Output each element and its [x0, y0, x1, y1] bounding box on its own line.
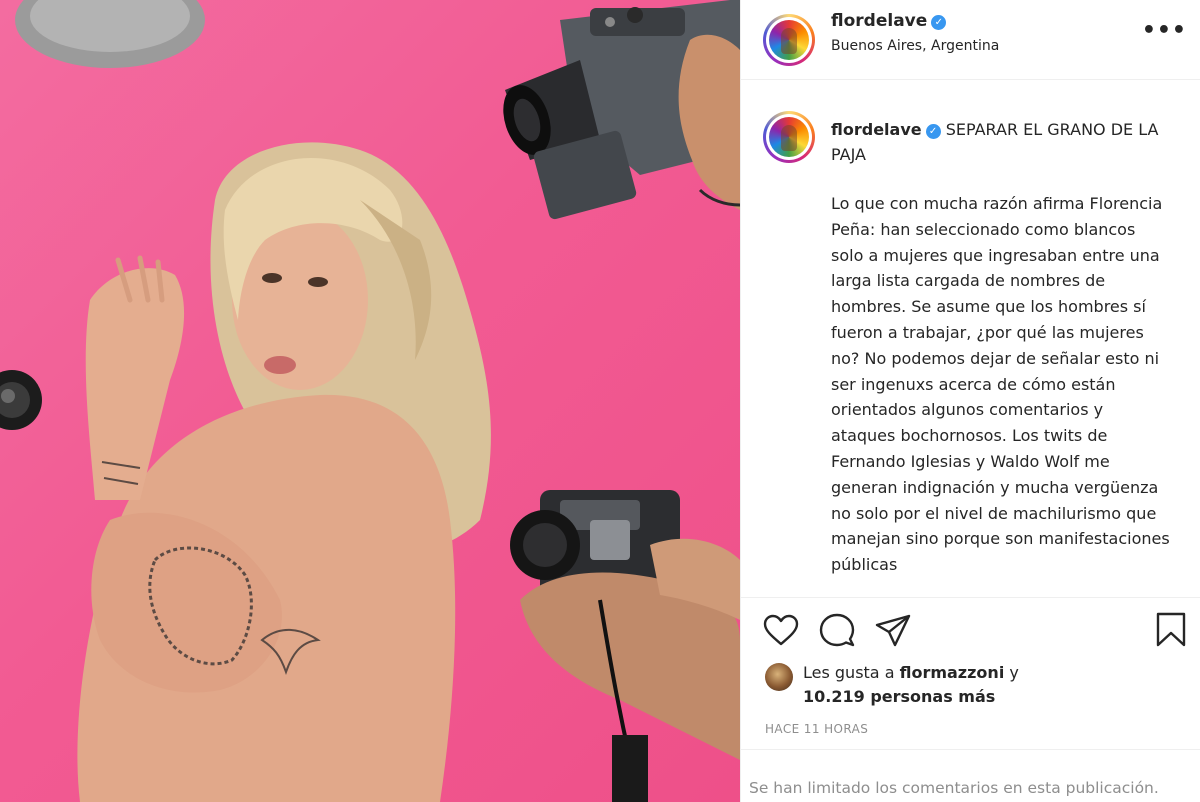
left-lens: [0, 370, 42, 430]
heart-icon[interactable]: [763, 614, 799, 646]
photo-illustration: [0, 0, 740, 802]
photo-camera: [510, 490, 740, 802]
likes-prefix: Les gusta a: [803, 663, 895, 682]
avatar-image: [769, 20, 809, 60]
post-side-panel: flordelave ✓ Buenos Aires, Argentina ••• …: [740, 0, 1200, 802]
post-location[interactable]: Buenos Aires, Argentina: [831, 38, 999, 54]
caption-username[interactable]: flordelave: [831, 120, 922, 139]
caption-avatar-image: [769, 117, 809, 157]
username-text[interactable]: flordelave: [831, 11, 927, 31]
caption-text: Lo que con mucha razón afirma Florencia …: [831, 194, 1170, 575]
caption-author-avatar[interactable]: [763, 111, 815, 163]
likes-text: Les gusta a flormazzoni y 10.219 persona…: [803, 661, 1163, 709]
paper-plane-icon[interactable]: [875, 614, 911, 648]
liked-by-username[interactable]: flormazzoni: [900, 663, 1005, 682]
author-username[interactable]: flordelave ✓: [831, 11, 947, 31]
comments-limited-notice: Se han limitado los comentarios en esta …: [741, 749, 1200, 802]
comments-notice-text: Se han limitado los comentarios en esta …: [749, 779, 1159, 797]
post-photo[interactable]: [0, 0, 740, 802]
bookmark-icon[interactable]: [1155, 612, 1187, 648]
post-header: flordelave ✓ Buenos Aires, Argentina •••: [741, 0, 1200, 80]
caption-header: flordelave ✓ SEPARAR EL GRANO DE LA PAJA: [831, 117, 1171, 167]
caption-verified-badge-icon: ✓: [925, 124, 941, 139]
liker-avatar[interactable]: [765, 663, 793, 691]
verified-badge-icon: ✓: [931, 15, 947, 30]
comment-icon[interactable]: [819, 613, 855, 647]
ellipsis-icon[interactable]: •••: [1142, 18, 1187, 43]
author-avatar[interactable]: [763, 14, 815, 66]
model-figure: [77, 142, 491, 802]
post-actions: Les gusta a flormazzoni y 10.219 persona…: [741, 597, 1200, 749]
boom-microphone: [15, 0, 205, 68]
likes-count[interactable]: 10.219 personas más: [803, 687, 995, 706]
likes-and: y: [1009, 663, 1019, 682]
video-camera: [503, 0, 740, 220]
caption-area[interactable]: flordelave ✓ SEPARAR EL GRANO DE LA PAJA …: [741, 81, 1200, 596]
post-timestamp[interactable]: HACE 11 HORAS: [765, 722, 868, 736]
